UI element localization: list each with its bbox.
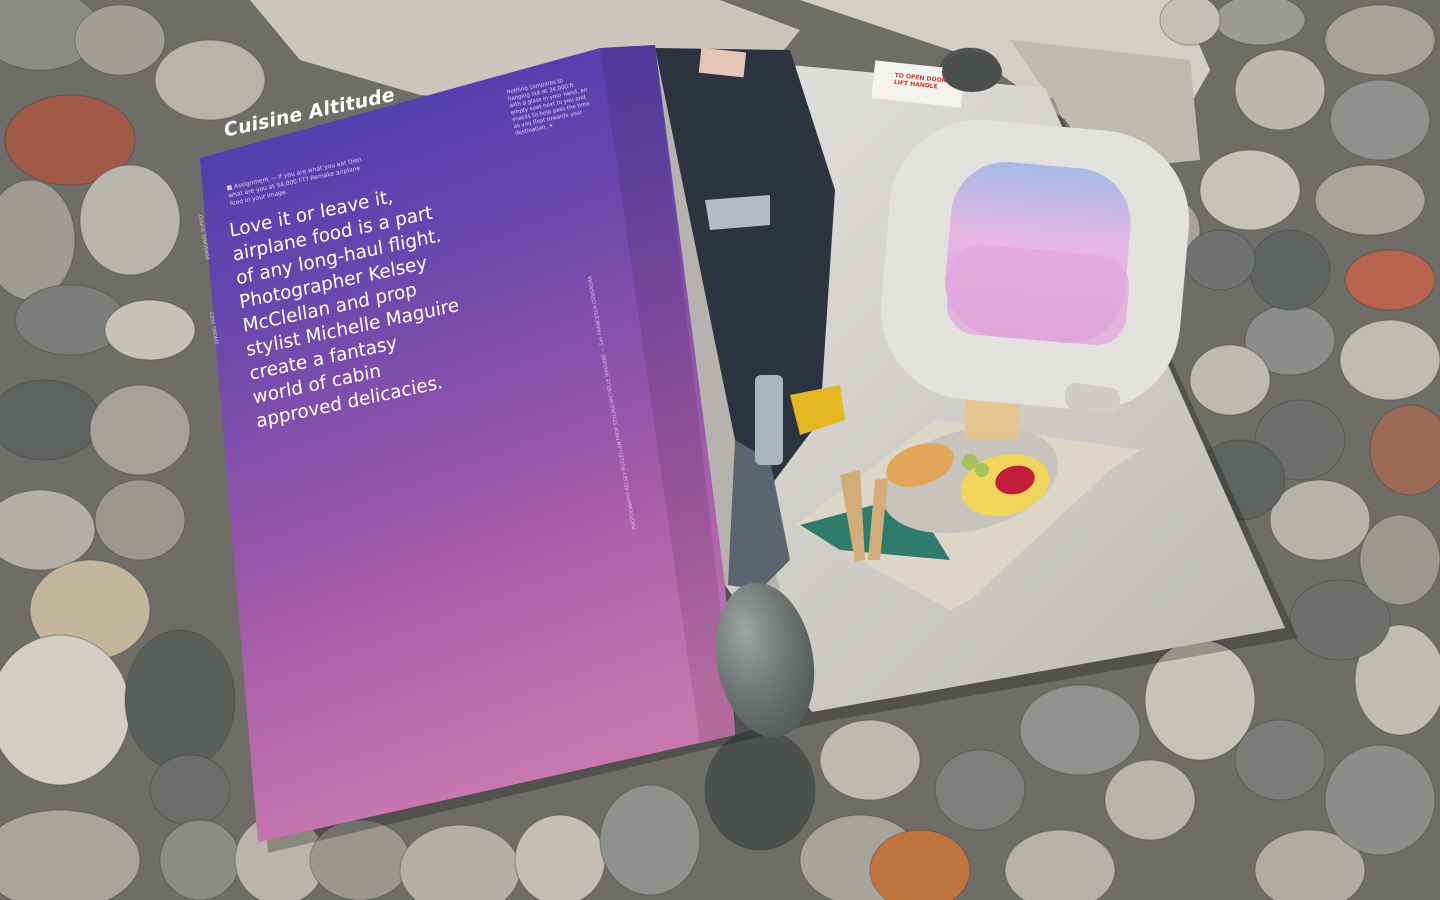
photo-scene: Cuisine Altitude ■ Assignment — If you a…	[0, 0, 1440, 900]
pebble-beach-background	[0, 0, 1440, 900]
